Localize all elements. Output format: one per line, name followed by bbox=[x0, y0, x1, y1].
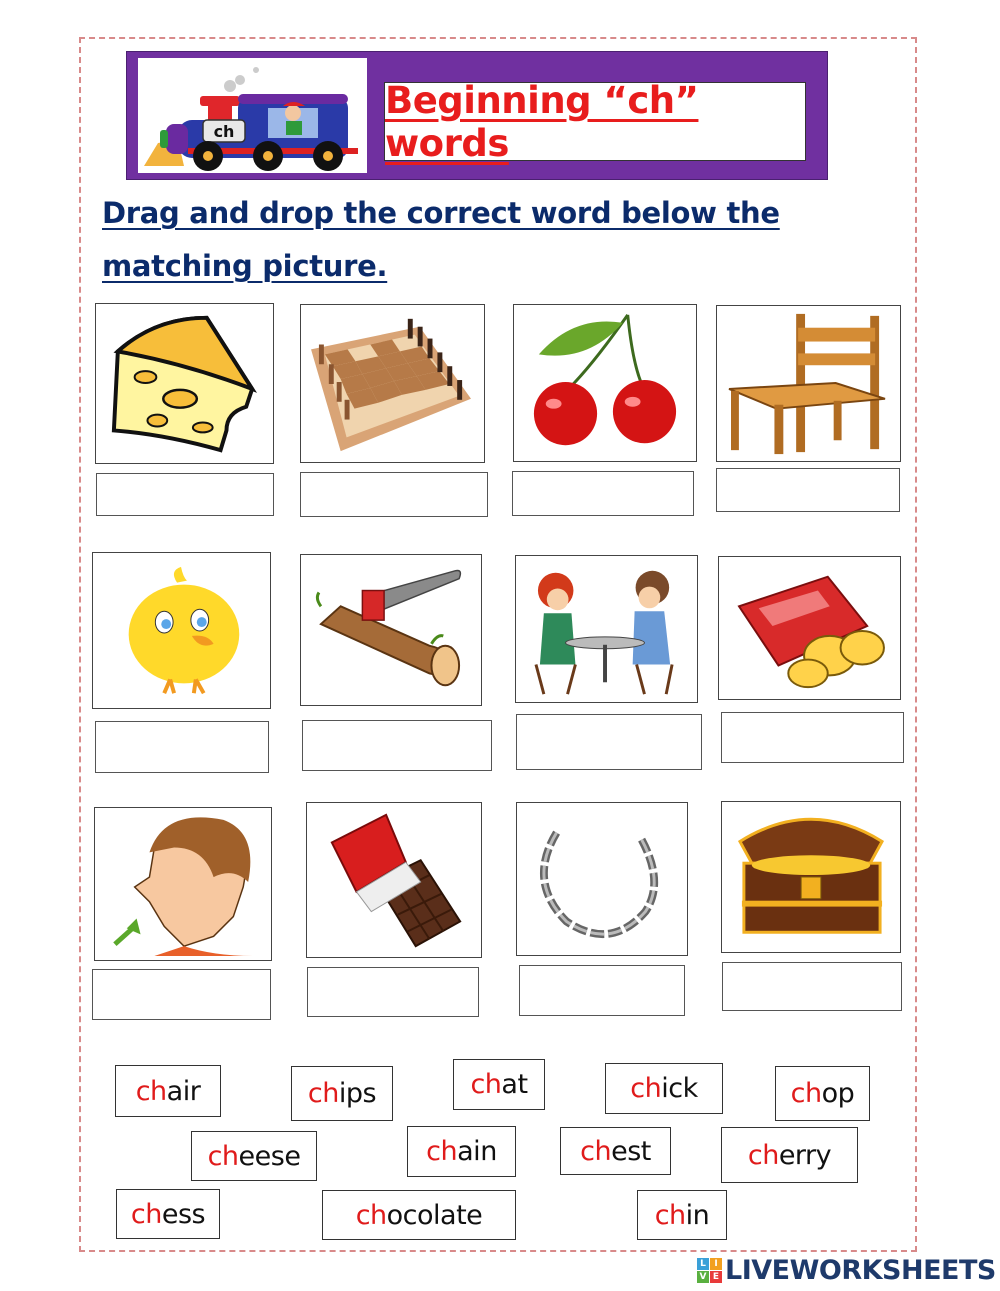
word-tile-chat[interactable]: ch at bbox=[453, 1059, 545, 1110]
word-rest: erry bbox=[778, 1139, 832, 1171]
word-tile-chess[interactable]: ch ess bbox=[116, 1189, 220, 1239]
title-banner: ch Beginning “ch” words bbox=[126, 51, 828, 180]
word-prefix: ch bbox=[135, 1075, 167, 1107]
train-icon: ch bbox=[144, 67, 358, 171]
chick-icon bbox=[128, 566, 240, 695]
picture-chin bbox=[94, 807, 272, 961]
word-prefix: ch bbox=[630, 1073, 662, 1104]
word-rest: ain bbox=[457, 1136, 497, 1167]
answer-box-7[interactable] bbox=[516, 714, 702, 770]
word-rest: air bbox=[166, 1075, 201, 1107]
word-rest: eese bbox=[238, 1140, 301, 1172]
picture-chair bbox=[716, 305, 901, 462]
axe-log-icon bbox=[315, 569, 462, 687]
chips-bag-icon bbox=[737, 575, 885, 689]
word-rest: op bbox=[821, 1078, 855, 1109]
boy-chin-icon bbox=[113, 817, 254, 957]
picture-chips bbox=[718, 556, 901, 700]
logo-letter: V bbox=[697, 1271, 709, 1283]
word-tile-chick[interactable]: ch ick bbox=[605, 1063, 723, 1114]
picture-chain bbox=[516, 802, 688, 956]
picture-chocolate bbox=[306, 802, 482, 958]
word-rest: ocolate bbox=[386, 1199, 483, 1231]
chatting-women-icon bbox=[534, 570, 674, 695]
answer-box-5[interactable] bbox=[95, 721, 269, 773]
word-tile-chest[interactable]: ch est bbox=[560, 1127, 671, 1175]
picture-chick bbox=[92, 552, 271, 709]
word-tile-chips[interactable]: ch ips bbox=[291, 1066, 393, 1121]
liveworksheets-logo-icon: L I V E bbox=[697, 1258, 722, 1283]
word-rest: ess bbox=[161, 1198, 206, 1230]
answer-box-9[interactable] bbox=[92, 969, 271, 1020]
picture-chat bbox=[515, 555, 698, 703]
answer-box-6[interactable] bbox=[302, 720, 492, 771]
answer-box-2[interactable] bbox=[300, 472, 488, 517]
answer-box-3[interactable] bbox=[512, 471, 694, 516]
word-rest: in bbox=[685, 1199, 710, 1231]
word-prefix: ch bbox=[307, 1078, 339, 1109]
word-tile-chair[interactable]: ch air bbox=[115, 1065, 221, 1117]
answer-box-1[interactable] bbox=[96, 473, 274, 516]
chocolate-bar-icon bbox=[330, 813, 462, 948]
train-illustration: ch bbox=[138, 58, 367, 173]
word-tile-chop[interactable]: ch op bbox=[775, 1066, 870, 1121]
brand-name: LIVEWORKSHEETS bbox=[725, 1255, 996, 1286]
word-prefix: ch bbox=[747, 1139, 779, 1171]
answer-box-11[interactable] bbox=[519, 965, 685, 1016]
title-box: Beginning “ch” words bbox=[384, 79, 806, 165]
word-rest: ick bbox=[661, 1073, 698, 1104]
cheese-icon bbox=[111, 315, 258, 453]
word-rest: ips bbox=[338, 1078, 377, 1109]
word-prefix: ch bbox=[355, 1199, 387, 1231]
chessboard-icon bbox=[311, 318, 471, 452]
instruction-line-1: Drag and drop the correct word below the bbox=[102, 196, 780, 230]
word-prefix: ch bbox=[654, 1199, 686, 1231]
answer-box-8[interactable] bbox=[721, 712, 904, 763]
svg-text:ch: ch bbox=[214, 122, 235, 141]
answer-box-10[interactable] bbox=[307, 967, 479, 1017]
word-prefix: ch bbox=[470, 1069, 502, 1100]
word-tile-cherry[interactable]: ch erry bbox=[721, 1127, 858, 1183]
word-tile-chocolate[interactable]: ch ocolate bbox=[322, 1190, 516, 1240]
word-prefix: ch bbox=[426, 1136, 458, 1167]
word-tile-chin[interactable]: ch in bbox=[637, 1190, 727, 1240]
chain-icon bbox=[540, 830, 659, 939]
word-tile-cheese[interactable]: ch eese bbox=[191, 1131, 317, 1181]
logo-letter: I bbox=[710, 1258, 722, 1270]
picture-chest bbox=[721, 801, 901, 953]
logo-letter: L bbox=[697, 1258, 709, 1270]
picture-cheese bbox=[95, 303, 274, 464]
picture-chess bbox=[300, 304, 485, 463]
liveworksheets-brand[interactable]: L I V E LIVEWORKSHEETS bbox=[697, 1255, 996, 1286]
answer-box-4[interactable] bbox=[716, 468, 900, 512]
cherry-icon bbox=[533, 314, 677, 446]
word-prefix: ch bbox=[790, 1078, 822, 1109]
logo-letter: E bbox=[710, 1271, 722, 1283]
instruction-line-2: matching picture. bbox=[102, 249, 388, 283]
answer-box-12[interactable] bbox=[722, 962, 902, 1011]
chair-icon bbox=[728, 313, 886, 455]
word-prefix: ch bbox=[130, 1198, 162, 1230]
picture-cherry bbox=[513, 304, 697, 462]
word-rest: at bbox=[501, 1069, 528, 1100]
word-prefix: ch bbox=[207, 1140, 239, 1172]
word-rest: est bbox=[611, 1135, 651, 1167]
picture-chop bbox=[300, 554, 482, 706]
word-prefix: ch bbox=[580, 1135, 612, 1167]
page-title: Beginning “ch” words bbox=[385, 78, 699, 165]
treasure-chest-icon bbox=[737, 817, 885, 934]
word-tile-chain[interactable]: ch ain bbox=[407, 1126, 516, 1177]
